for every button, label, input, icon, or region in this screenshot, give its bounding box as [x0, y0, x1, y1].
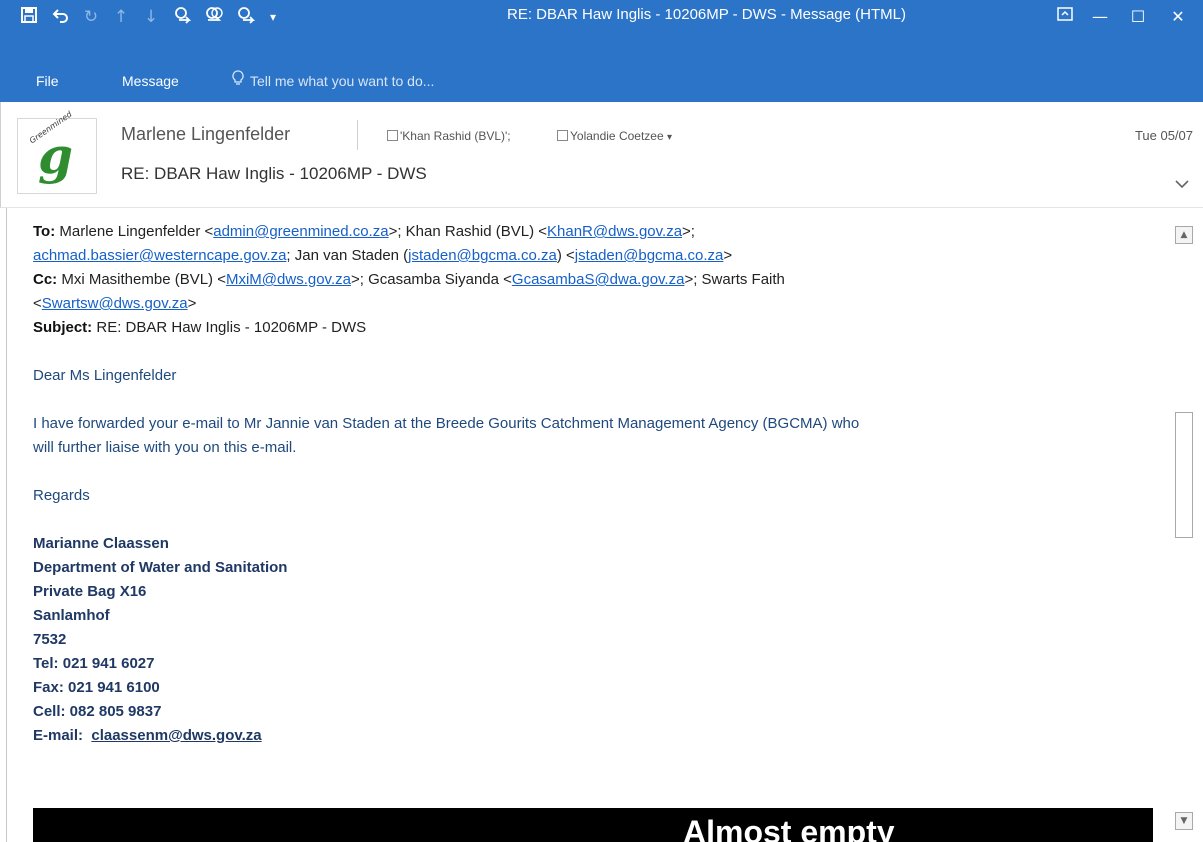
next-item-icon: ↓: [143, 7, 159, 27]
avatar: Greenmined g: [17, 110, 97, 194]
chevron-down-icon[interactable]: [1175, 174, 1189, 193]
email-link[interactable]: Swartsw@dws.gov.za: [42, 295, 188, 312]
title-bar: ↻ ↑ ↓ ▾ RE: DBAR Haw Inglis - 10206MP - …: [0, 0, 1203, 60]
undo-icon[interactable]: [50, 6, 72, 30]
signature-address: Sanlamhof: [33, 607, 110, 624]
vertical-scrollbar[interactable]: ▲ ▼: [1170, 222, 1200, 834]
signature-department: Department of Water and Sanitation: [33, 559, 288, 576]
scrollbar-thumb[interactable]: [1175, 412, 1193, 538]
greenmined-logo-icon: g: [38, 126, 73, 185]
signature-name: Marianne Claassen: [33, 535, 169, 552]
tab-file[interactable]: File: [36, 73, 59, 89]
cc-line-cont: <Swartsw@dws.gov.za>: [33, 295, 197, 312]
forward-icon[interactable]: [236, 6, 258, 30]
email-link[interactable]: MxiM@dws.gov.za: [226, 271, 351, 288]
minimize-button[interactable]: —: [1085, 4, 1115, 30]
reply-all-icon[interactable]: [204, 6, 226, 30]
tab-message[interactable]: Message: [122, 73, 179, 89]
signature-cell: Cell: 082 805 9837: [33, 703, 162, 720]
banner-text: Almost empty: [683, 814, 895, 842]
signature-postal-code: 7532: [33, 631, 67, 648]
to-line-cont: achmad.bassier@westerncape.gov.za; Jan v…: [33, 247, 733, 264]
recipients-dropdown-icon[interactable]: ▾: [667, 132, 672, 143]
paragraph-line: will further liaise with you on this e-m…: [33, 439, 297, 456]
email-link[interactable]: admin@greenmined.co.za: [213, 223, 388, 240]
tell-me-text: Tell me what you want to do...: [250, 73, 435, 89]
customize-dropdown-icon[interactable]: ▾: [262, 6, 284, 28]
cc-line: Cc: Mxi Masithembe (BVL) <MxiM@dws.gov.z…: [33, 271, 785, 288]
signature-address: Private Bag X16: [33, 583, 147, 600]
divider: [357, 120, 358, 150]
scroll-up-icon[interactable]: ▲: [1175, 226, 1193, 244]
paragraph-line: I have forwarded your e-mail to Mr Janni…: [33, 415, 860, 432]
reading-pane-border: [6, 208, 7, 842]
sender-name[interactable]: Marlene Lingenfelder: [121, 124, 290, 145]
maximize-button[interactable]: ☐: [1123, 4, 1153, 30]
signature-fax: Fax: 021 941 6100: [33, 679, 160, 696]
message-header: Greenmined g Marlene Lingenfelder 'Khan …: [0, 102, 1203, 208]
signature-tel: Tel: 021 941 6027: [33, 655, 155, 672]
subject-line: Subject: RE: DBAR Haw Inglis - 10206MP -…: [33, 319, 367, 336]
checkbox-icon: [557, 130, 568, 141]
message-subject: RE: DBAR Haw Inglis - 10206MP - DWS: [121, 164, 427, 183]
ribbon-bar: File Message Tell me what you want to do…: [0, 60, 1203, 102]
checkbox-icon: [387, 130, 398, 141]
tell-me-search[interactable]: Tell me what you want to do...: [232, 70, 434, 89]
redo-icon: ↻: [83, 7, 99, 27]
banner-image: Almost empty: [33, 808, 1153, 842]
message-body: To: Marlene Lingenfelder <admin@greenmin…: [33, 220, 1163, 842]
email-link[interactable]: GcasambaS@dwa.gov.za: [512, 271, 685, 288]
email-link[interactable]: jstaden@bgcma.co.za: [408, 247, 557, 264]
signature-email: E-mail: claassenm@dws.gov.za: [33, 727, 262, 744]
close-button[interactable]: ✕: [1163, 4, 1193, 30]
to-line: To: Marlene Lingenfelder <admin@greenmin…: [33, 223, 695, 240]
recipient-1[interactable]: 'Khan Rashid (BVL)';: [387, 129, 511, 143]
lightbulb-icon: [232, 70, 244, 89]
greeting: Dear Ms Lingenfelder: [33, 367, 177, 384]
message-date: Tue 05/07: [1134, 128, 1193, 143]
email-link[interactable]: KhanR@dws.gov.za: [547, 223, 682, 240]
regards: Regards: [33, 487, 90, 504]
ribbon-display-options-icon[interactable]: [1050, 4, 1080, 30]
email-link[interactable]: achmad.bassier@westerncape.gov.za: [33, 247, 286, 264]
previous-item-icon: ↑: [113, 7, 129, 27]
email-link[interactable]: jstaden@bgcma.co.za: [575, 247, 724, 264]
save-icon[interactable]: [18, 6, 40, 30]
recipient-2[interactable]: Yolandie Coetzee ▾: [557, 129, 672, 143]
reply-icon[interactable]: [173, 6, 195, 30]
email-link[interactable]: claassenm@dws.gov.za: [91, 727, 261, 744]
scroll-down-icon[interactable]: ▼: [1175, 812, 1193, 830]
